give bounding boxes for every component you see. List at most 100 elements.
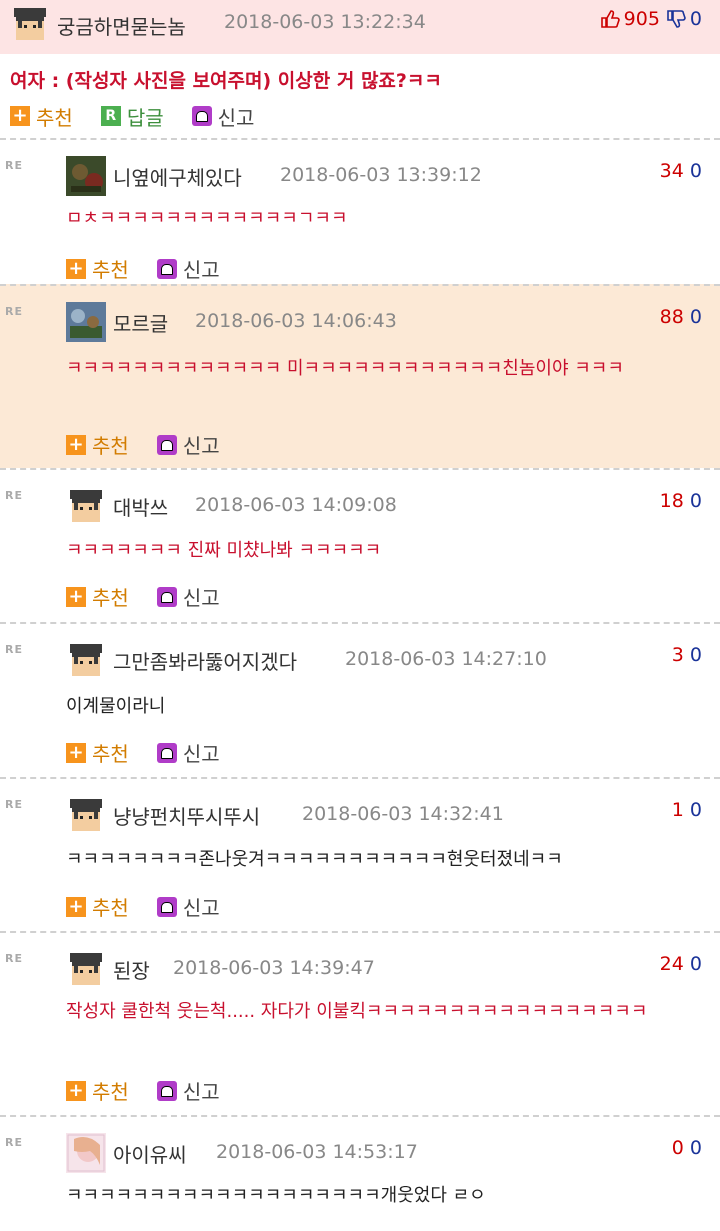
comment-item: RE 된장 2018-06-03 14:39:47 24 0 작성자 쿨한척 웃… — [0, 931, 720, 1115]
comment-text: ㅋㅋㅋㅋㅋㅋㅋ 진짜 미챴나봐 ㅋㅋㅋㅋㅋ — [66, 540, 382, 561]
recommend-label: 추천 — [36, 105, 73, 130]
comment-actions: + 추천 신고 — [66, 582, 248, 611]
report-label: 신고 — [182, 896, 220, 920]
post-header: 궁금하면묻는놈 2018-06-03 13:22:34 905 0 — [0, 0, 720, 54]
comment-item: RE 모르글 2018-06-03 14:06:43 88 0 ㅋㅋㅋㅋㅋㅋㅋㅋ… — [0, 284, 720, 468]
thumbs-down-icon[interactable] — [665, 8, 687, 30]
reply-label: 답글 — [126, 105, 164, 130]
report-button[interactable]: 신고 — [156, 582, 220, 611]
comment-text: ㅋㅋㅋㅋㅋㅋㅋㅋㅋㅋㅋㅋㅋㅋㅋㅋㅋㅋㅋ개웃었다 ㄹㅇ — [66, 1185, 486, 1206]
comment-up-count: 24 — [659, 953, 684, 975]
comment-item: RE 냥냥펀치뚜시뚜시 2018-06-03 14:32:41 1 0 ㅋㅋㅋㅋ… — [0, 777, 720, 931]
user-avatar[interactable] — [66, 302, 106, 342]
comment-time: 2018-06-03 13:39:12 — [280, 164, 482, 186]
report-label: 신고 — [182, 258, 220, 282]
comment-author[interactable]: 냥냥펀치뚜시뚜시 — [113, 801, 260, 830]
recommend-label: 추천 — [92, 742, 129, 766]
report-button[interactable]: 신고 — [156, 254, 220, 283]
comment-down-count: 0 — [689, 490, 702, 512]
reply-arrow-icon: RE — [5, 798, 23, 811]
comment-time: 2018-06-03 14:39:47 — [173, 957, 375, 979]
recommend-button[interactable]: + 추천 — [10, 102, 73, 131]
default-avatar-icon[interactable] — [66, 949, 106, 989]
report-label: 신고 — [182, 1080, 220, 1104]
comment-text: 작성자 쿨한척 웃는척..... 자다가 이불킥ㅋㅋㅋㅋㅋㅋㅋㅋㅋㅋㅋㅋㅋㅋㅋㅋ… — [66, 1001, 648, 1022]
user-avatar[interactable] — [66, 156, 106, 196]
comment-up-count: 0 — [671, 1137, 684, 1159]
post-down-count: 0 — [689, 8, 702, 30]
comment-votes: 34 0 — [660, 160, 702, 182]
recommend-button[interactable]: + 추천 — [66, 1076, 129, 1105]
comment-author[interactable]: 된장 — [113, 955, 150, 984]
report-label: 신고 — [182, 434, 220, 458]
reply-arrow-icon: RE — [5, 1136, 23, 1149]
comment-votes: 18 0 — [660, 490, 702, 512]
comment-actions: + 추천 신고 — [66, 892, 248, 921]
comment-votes: 24 0 — [660, 953, 702, 975]
default-avatar-icon[interactable] — [66, 486, 106, 526]
plus-icon: + — [66, 586, 86, 607]
comment-text: 이계물이라니 — [66, 696, 166, 717]
reply-arrow-icon: RE — [5, 489, 23, 502]
comment-up-count: 1 — [671, 799, 684, 821]
comment-down-count: 0 — [689, 306, 702, 328]
reply-arrow-icon: RE — [5, 159, 23, 172]
recommend-label: 추천 — [92, 1080, 129, 1104]
comment-down-count: 0 — [689, 1137, 702, 1159]
comment-time: 2018-06-03 14:27:10 — [345, 648, 547, 670]
report-button[interactable]: 신고 — [156, 1076, 220, 1105]
comment-text: ㅋㅋㅋㅋㅋㅋㅋㅋㅋㅋㅋㅋㅋ 미ㅋㅋㅋㅋㅋㅋㅋㅋㅋㅋㅋㅋ친놈이야 ㅋㅋㅋ — [66, 358, 624, 379]
post-actions: + 추천 R 답글 신고 — [0, 99, 720, 133]
comment-time: 2018-06-03 14:32:41 — [302, 803, 504, 825]
comment-author[interactable]: 니옆에구체있다 — [113, 162, 242, 191]
report-button[interactable]: 신고 — [156, 430, 220, 459]
comment-up-count: 3 — [671, 644, 684, 666]
reply-button[interactable]: R 답글 — [100, 102, 164, 131]
plus-icon: + — [66, 1080, 86, 1101]
recommend-button[interactable]: + 추천 — [66, 254, 129, 283]
comment-author[interactable]: 그만좀봐라뚫어지겠다 — [113, 646, 297, 675]
comment-actions: + 추천 신고 — [66, 738, 248, 767]
recommend-label: 추천 — [92, 434, 129, 458]
comment-votes: 1 0 — [672, 799, 702, 821]
comment-up-count: 18 — [659, 490, 684, 512]
comment-up-count: 88 — [659, 306, 684, 328]
comment-down-count: 0 — [689, 160, 702, 182]
recommend-button[interactable]: + 추천 — [66, 582, 129, 611]
recommend-button[interactable]: + 추천 — [66, 738, 129, 767]
post-time: 2018-06-03 13:22:34 — [224, 11, 426, 33]
comment-actions: + 추천 신고 — [66, 430, 248, 459]
report-label: 신고 — [217, 105, 255, 130]
siren-icon — [156, 1080, 177, 1101]
siren-icon — [156, 258, 177, 279]
recommend-button[interactable]: + 추천 — [66, 430, 129, 459]
siren-icon — [191, 106, 212, 126]
reply-arrow-icon: RE — [5, 643, 23, 656]
plus-icon: + — [66, 434, 86, 455]
comment-text: ㅁㅊㅋㅋㅋㅋㅋㅋㅋㅋㅋㅋㅋㅋㄱㅋㅋ — [66, 208, 348, 229]
report-label: 신고 — [182, 586, 220, 610]
default-avatar-icon[interactable] — [10, 4, 50, 44]
comment-author[interactable]: 모르글 — [113, 308, 168, 337]
default-avatar-icon[interactable] — [66, 795, 106, 835]
comment-down-count: 0 — [689, 644, 702, 666]
comment-time: 2018-06-03 14:06:43 — [195, 310, 397, 332]
post-author[interactable]: 궁금하면묻는놈 — [57, 11, 186, 40]
recommend-button[interactable]: + 추천 — [66, 892, 129, 921]
comment-actions: + 추천 신고 — [66, 254, 248, 283]
comment-author[interactable]: 아이유씨 — [113, 1139, 187, 1168]
comment-time: 2018-06-03 14:53:17 — [216, 1141, 418, 1163]
comment-item: RE 그만좀봐라뚫어지겠다 2018-06-03 14:27:10 3 0 이계… — [0, 622, 720, 777]
comment-down-count: 0 — [689, 953, 702, 975]
comment-author[interactable]: 대박쓰 — [113, 492, 168, 521]
user-avatar[interactable] — [66, 1133, 106, 1173]
comment-text: ㅋㅋㅋㅋㅋㅋㅋㅋ존나웃겨ㅋㅋㅋㅋㅋㅋㅋㅋㅋㅋㅋ현웃터졌네ㅋㅋ — [66, 849, 563, 870]
default-avatar-icon[interactable] — [66, 640, 106, 680]
report-button[interactable]: 신고 — [156, 738, 220, 767]
thumbs-up-icon[interactable] — [599, 8, 621, 30]
comment-down-count: 0 — [689, 799, 702, 821]
report-button[interactable]: 신고 — [191, 102, 255, 131]
siren-icon — [156, 434, 177, 455]
report-button[interactable]: 신고 — [156, 892, 220, 921]
reply-icon: R — [100, 106, 121, 126]
